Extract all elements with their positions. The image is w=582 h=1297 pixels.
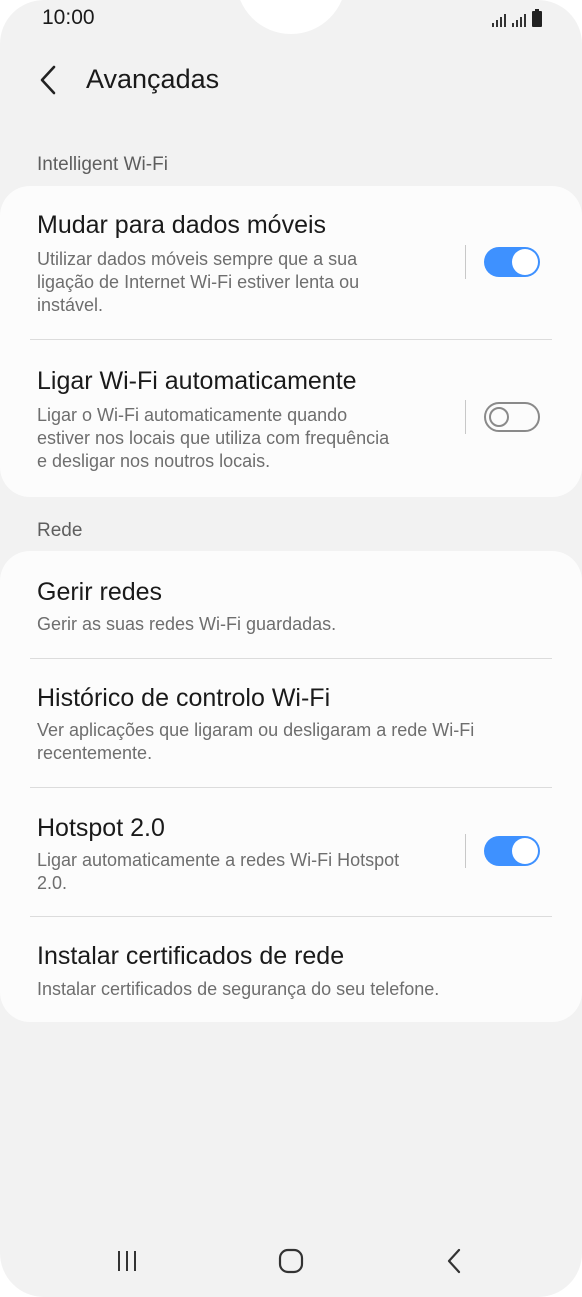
toggle-separator xyxy=(465,834,466,868)
row-mobile-data[interactable]: Mudar para dados móveis Utilizar dados m… xyxy=(0,186,582,339)
nav-back-button[interactable] xyxy=(434,1244,474,1278)
toggle-knob xyxy=(489,407,509,427)
section-label-intelligent-wifi: Intelligent Wi-Fi xyxy=(37,154,168,175)
recent-apps-button[interactable] xyxy=(108,1244,148,1278)
row-description: Ligar o Wi-Fi automaticamente quando est… xyxy=(37,405,390,471)
row-manage-networks[interactable]: Gerir redes Gerir as suas redes Wi-Fi gu… xyxy=(0,551,582,658)
row-title: Ligar Wi-Fi automaticamente xyxy=(37,367,357,395)
card-intelligent-wifi: Mudar para dados móveis Utilizar dados m… xyxy=(0,186,582,497)
signal-icon xyxy=(492,13,506,27)
toggle-separator xyxy=(465,400,466,434)
recent-apps-icon xyxy=(118,1251,136,1271)
status-bar: 10:00 xyxy=(0,0,582,38)
phone-screen: 10:00 Avançadas Intelligent Wi-Fi Mudar … xyxy=(0,0,582,1297)
section-label-rede: Rede xyxy=(37,520,83,541)
row-control-history[interactable]: Histórico de controlo Wi-Fi Ver aplicaçõ… xyxy=(0,659,582,787)
row-description: Ver aplicações que ligaram ou desligaram… xyxy=(37,720,475,763)
home-icon xyxy=(278,1248,304,1274)
toggle-separator xyxy=(465,245,466,279)
row-title: Gerir redes xyxy=(37,578,163,606)
chevron-left-icon xyxy=(40,65,56,95)
battery-icon xyxy=(532,9,542,27)
nav-back-icon xyxy=(447,1248,461,1274)
page-title: Avançadas xyxy=(86,64,220,94)
auto-wifi-toggle[interactable] xyxy=(484,402,540,432)
row-hotspot[interactable]: Hotspot 2.0 Ligar automaticamente a rede… xyxy=(0,788,582,916)
app-header: Avançadas xyxy=(0,56,582,104)
row-title: Instalar certificados de rede xyxy=(37,942,345,970)
signal-icon xyxy=(512,13,526,27)
toggle-knob xyxy=(512,838,538,864)
row-description: Gerir as suas redes Wi-Fi guardadas. xyxy=(37,614,337,634)
row-title: Histórico de controlo Wi-Fi xyxy=(37,684,331,712)
row-description: Instalar certificados de segurança do se… xyxy=(37,979,440,999)
back-button[interactable] xyxy=(30,60,66,100)
row-description: Ligar automaticamente a redes Wi-Fi Hots… xyxy=(37,850,400,893)
home-button[interactable] xyxy=(271,1244,311,1278)
status-icons xyxy=(492,9,542,27)
row-title: Hotspot 2.0 xyxy=(37,814,165,842)
row-description: Utilizar dados móveis sempre que a sua l… xyxy=(37,249,360,315)
row-auto-wifi[interactable]: Ligar Wi-Fi automaticamente Ligar o Wi-F… xyxy=(0,340,582,497)
status-time: 10:00 xyxy=(42,6,95,29)
toggle-knob xyxy=(512,249,538,275)
row-title: Mudar para dados móveis xyxy=(37,211,327,239)
mobile-data-toggle[interactable] xyxy=(484,247,540,277)
hotspot-toggle[interactable] xyxy=(484,836,540,866)
card-rede: Gerir redes Gerir as suas redes Wi-Fi gu… xyxy=(0,551,582,1022)
navigation-bar xyxy=(0,1230,582,1290)
row-install-certificates[interactable]: Instalar certificados de rede Instalar c… xyxy=(0,917,582,1022)
